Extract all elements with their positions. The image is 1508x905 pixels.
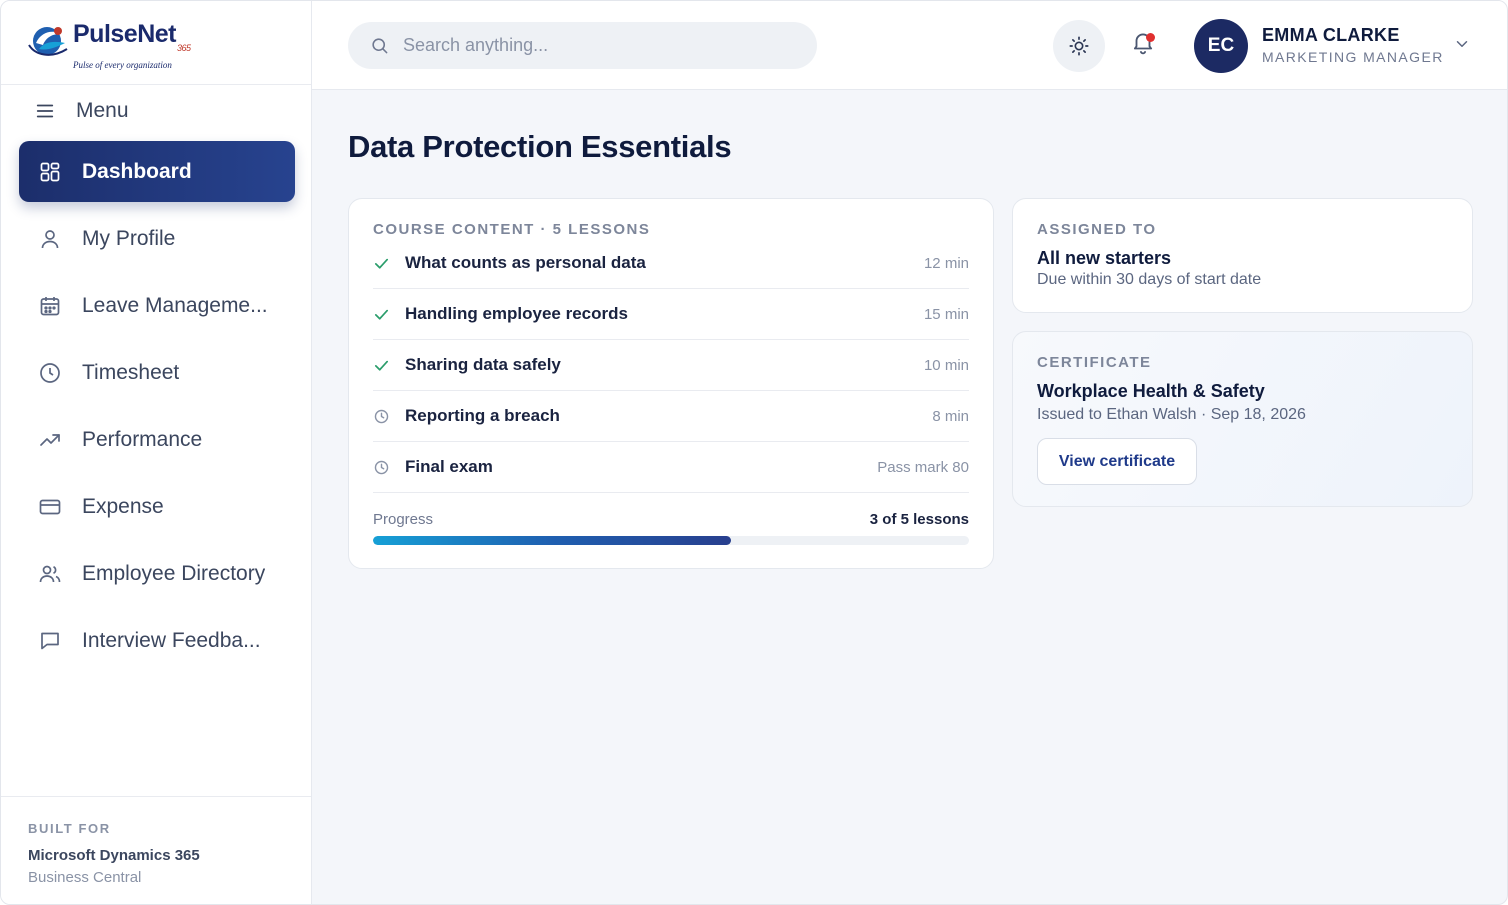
sidebar-item-leave-management[interactable]: Leave Manageme... bbox=[19, 275, 295, 336]
lesson-duration: 8 min bbox=[932, 407, 969, 425]
hamburger-icon bbox=[36, 104, 54, 118]
built-for-product-sub: Business Central bbox=[28, 869, 142, 886]
app-window: PulseNet 365 Pulse of every organization … bbox=[0, 0, 1508, 905]
sidebar: PulseNet 365 Pulse of every organization … bbox=[1, 1, 312, 904]
sidebar-item-expense[interactable]: Expense bbox=[19, 476, 295, 537]
avatar[interactable]: EC bbox=[1194, 19, 1248, 73]
view-certificate-button[interactable]: View certificate bbox=[1037, 438, 1197, 485]
built-for-product: Microsoft Dynamics 365 bbox=[28, 847, 200, 864]
sidebar-item-timesheet[interactable]: Timesheet bbox=[19, 342, 295, 403]
search-icon bbox=[372, 38, 388, 54]
sidebar-item-label: My Profile bbox=[82, 226, 176, 250]
trending-up-icon bbox=[37, 427, 63, 453]
assigned-to-subtitle: Due within 30 days of start date bbox=[1037, 271, 1262, 288]
search-bar[interactable] bbox=[348, 22, 817, 69]
user-icon bbox=[37, 226, 63, 252]
sidebar-item-dashboard[interactable]: Dashboard bbox=[19, 141, 295, 202]
user-role: MARKETING MANAGER bbox=[1262, 49, 1444, 65]
lesson-duration: 12 min bbox=[923, 254, 969, 272]
sidebar-item-label: Leave Manageme... bbox=[82, 293, 268, 317]
chevron-down-icon[interactable] bbox=[1453, 35, 1471, 53]
sidebar-item-label: Expense bbox=[82, 494, 164, 518]
progress-value: 3 of 5 lessons bbox=[869, 511, 969, 528]
page-title: Data Protection Essentials bbox=[348, 129, 732, 164]
course-content-label: COURSE CONTENT · 5 LESSONS bbox=[373, 221, 651, 238]
brand-logo[interactable]: PulseNet 365 Pulse of every organization bbox=[27, 21, 191, 70]
user-name: EMMA CLARKE bbox=[1262, 25, 1400, 45]
message-icon bbox=[37, 628, 63, 654]
lesson-title: Final exam bbox=[405, 457, 493, 476]
brand-name: PulseNet 365 bbox=[73, 21, 191, 61]
calendar-icon bbox=[37, 293, 63, 319]
check-icon bbox=[373, 357, 405, 374]
sidebar-item-label: Interview Feedba... bbox=[82, 628, 261, 652]
lesson-title: Handling employee records bbox=[405, 304, 628, 323]
sidebar-item-performance[interactable]: Performance bbox=[19, 409, 295, 470]
lesson-duration: 15 min bbox=[923, 305, 969, 323]
clock-icon bbox=[373, 408, 405, 425]
users-icon bbox=[37, 561, 63, 587]
search-input[interactable] bbox=[403, 35, 783, 56]
menu-label: Menu bbox=[76, 99, 129, 122]
clock-icon bbox=[373, 459, 405, 476]
check-icon bbox=[373, 306, 405, 323]
divider bbox=[1, 796, 311, 797]
certificate-card: CERTIFICATE Workplace Health & Safety Is… bbox=[1012, 331, 1473, 507]
sidebar-item-my-profile[interactable]: My Profile bbox=[19, 208, 295, 269]
progress-bar-fill bbox=[373, 536, 731, 545]
sidebar-item-employee-directory[interactable]: Employee Directory bbox=[19, 543, 295, 604]
brand-superscript: 365 bbox=[176, 43, 191, 53]
lesson-duration: 10 min bbox=[923, 356, 969, 374]
check-icon bbox=[373, 255, 405, 272]
theme-toggle-button[interactable] bbox=[1053, 20, 1105, 72]
lesson-item[interactable]: Sharing data safely 10 min bbox=[373, 340, 969, 391]
lesson-item[interactable]: Final exam Pass mark 80 bbox=[373, 442, 969, 493]
sidebar-item-label: Dashboard bbox=[82, 159, 192, 183]
built-for-label: BUILT FOR bbox=[28, 821, 111, 836]
grid-icon bbox=[37, 159, 63, 185]
notification-dot bbox=[1146, 33, 1155, 42]
progress-bar bbox=[373, 536, 969, 545]
top-header: EC EMMA CLARKE MARKETING MANAGER bbox=[312, 1, 1507, 90]
sidebar-item-label: Performance bbox=[82, 427, 203, 451]
notifications-button[interactable] bbox=[1130, 29, 1158, 61]
progress-label: Progress bbox=[373, 511, 434, 528]
sidebar-nav: Dashboard My Profile Leave Manageme... T… bbox=[19, 141, 295, 677]
lesson-title: Sharing data safely bbox=[405, 355, 561, 374]
sidebar-item-label: Employee Directory bbox=[82, 561, 266, 585]
assigned-to-card: ASSIGNED TO All new starters Due within … bbox=[1012, 198, 1473, 313]
lesson-item[interactable]: What counts as personal data 12 min bbox=[373, 238, 969, 289]
course-content-card: COURSE CONTENT · 5 LESSONS What counts a… bbox=[348, 198, 994, 569]
brand-tagline: Pulse of every organization bbox=[73, 60, 172, 70]
certificate-label: CERTIFICATE bbox=[1037, 354, 1152, 371]
certificate-subtitle: Issued to Ethan Walsh · Sep 18, 2026 bbox=[1037, 406, 1306, 423]
lesson-title: Reporting a breach bbox=[405, 406, 560, 425]
lesson-list: What counts as personal data 12 min Hand… bbox=[373, 238, 969, 493]
lesson-pass-mark: Pass mark 80 bbox=[877, 458, 969, 476]
sidebar-item-label: Timesheet bbox=[82, 360, 180, 384]
divider bbox=[1, 84, 311, 85]
clock-icon bbox=[37, 360, 63, 386]
credit-card-icon bbox=[37, 494, 63, 520]
lesson-item[interactable]: Reporting a breach 8 min bbox=[373, 391, 969, 442]
assigned-to-label: ASSIGNED TO bbox=[1037, 221, 1157, 238]
menu-toggle[interactable]: Menu bbox=[34, 99, 129, 123]
sun-icon bbox=[1069, 36, 1089, 56]
lesson-item[interactable]: Handling employee records 15 min bbox=[373, 289, 969, 340]
pulsenet-logo-icon bbox=[27, 21, 71, 61]
sidebar-item-interview-feedback[interactable]: Interview Feedba... bbox=[19, 610, 295, 671]
assigned-to-title: All new starters bbox=[1037, 248, 1172, 268]
certificate-title: Workplace Health & Safety bbox=[1037, 381, 1265, 401]
lesson-title: What counts as personal data bbox=[405, 253, 646, 272]
